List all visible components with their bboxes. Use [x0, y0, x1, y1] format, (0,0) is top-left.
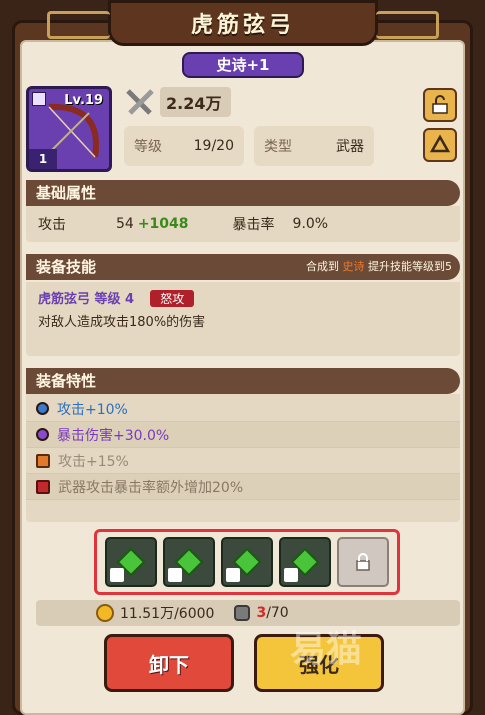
recycle-button[interactable]: [423, 128, 457, 162]
edit-icon: [168, 568, 182, 582]
skill-note-highlight: 史诗: [342, 260, 365, 273]
stat-level-label: 等级: [134, 139, 162, 155]
stat-level: 等级 19/20: [124, 126, 244, 166]
skill-note-prefix: 合成到: [306, 260, 339, 273]
gem-slot[interactable]: [163, 537, 215, 587]
edit-icon: [110, 568, 124, 582]
crit-rate-value: 9.0%: [292, 216, 329, 232]
trait-item: 武器攻击暴击率额外增加20%: [26, 474, 460, 500]
upgrade-button[interactable]: 强化: [254, 634, 384, 692]
skill-name: 虎筋弦弓 等级 4: [38, 292, 135, 307]
trait-text: 暴击伤害+30.0%: [57, 427, 170, 444]
purple-dot-icon: [36, 428, 49, 441]
stat-type: 类型 武器: [254, 126, 374, 166]
gem-slot-locked[interactable]: [337, 537, 389, 587]
section-skill-title: 装备技能: [36, 258, 97, 276]
rarity-badge: 史诗+1: [182, 52, 304, 78]
stat-type-label: 类型: [264, 139, 292, 155]
red-lock-icon: [36, 479, 50, 494]
attack-label: 攻击: [38, 217, 66, 233]
gold-cost: 11.51万/6000: [120, 606, 215, 622]
gem-slot[interactable]: [105, 537, 157, 587]
stone-icon: [234, 605, 251, 621]
power-value: 2.24万: [160, 87, 232, 117]
gem-slot[interactable]: [279, 537, 331, 587]
stone-have: 3: [256, 605, 267, 621]
skill-description: 对敌人造成攻击180%的伤害: [38, 315, 206, 330]
upgrade-cost: 11.51万/6000 3 /70: [36, 600, 460, 626]
unequip-button[interactable]: 卸下: [104, 634, 234, 692]
edit-icon: [284, 568, 298, 582]
skill-body: 虎筋弦弓 等级 4 怒攻 对敌人造成攻击180%的伤害: [26, 282, 460, 356]
crossed-swords-icon: [126, 89, 154, 115]
unlock-icon: [432, 95, 448, 114]
stat-type-value: 武器: [336, 139, 364, 155]
skill-upgrade-note: 合成到 史诗 提升技能等级到5: [306, 254, 452, 280]
combat-power: 2.24万: [124, 86, 242, 118]
gem-slots: [94, 529, 400, 595]
gold-coin-icon: [96, 604, 114, 622]
item-quantity: 1: [29, 149, 57, 169]
trait-text: 武器攻击暴击率额外增加20%: [58, 479, 244, 496]
section-skill: 装备技能 合成到 史诗 提升技能等级到5: [26, 254, 460, 280]
recycle-icon: [429, 134, 451, 153]
blue-dot-icon: [36, 402, 49, 415]
edit-icon: [226, 568, 240, 582]
attack-value: 54: [116, 216, 134, 232]
trait-item: 暴击伤害+30.0%: [26, 422, 460, 448]
trait-item: 攻击+15%: [26, 448, 460, 474]
item-icon[interactable]: Lv.19 1: [26, 86, 112, 172]
page-title: 虎筋弦弓: [47, 0, 439, 46]
section-traits: 装备特性: [26, 368, 460, 394]
trait-text: 攻击+15%: [58, 453, 129, 470]
lock-toggle-button[interactable]: [423, 88, 457, 122]
trait-item: 攻击+10%: [26, 396, 460, 422]
section-base-attrs: 基础属性: [26, 180, 460, 206]
skill-tag: 怒攻: [150, 290, 195, 307]
gem-slot[interactable]: [221, 537, 273, 587]
stone-need: /70: [266, 605, 289, 621]
orange-lock-icon: [36, 453, 50, 468]
trait-text: 攻击+10%: [57, 401, 128, 418]
stat-level-value: 19/20: [193, 138, 234, 154]
skill-note-suffix: 提升技能等级到5: [368, 260, 452, 273]
crit-rate-label: 暴击率: [232, 217, 275, 233]
traits-list: 攻击+10% 暴击伤害+30.0% 攻击+15% 武器攻击暴击率额外增加20%: [26, 394, 460, 522]
lock-icon: [356, 553, 370, 571]
base-attrs-row: 攻击 54 +1048 暴击率 9.0%: [26, 206, 460, 242]
attack-bonus: +1048: [137, 216, 189, 232]
